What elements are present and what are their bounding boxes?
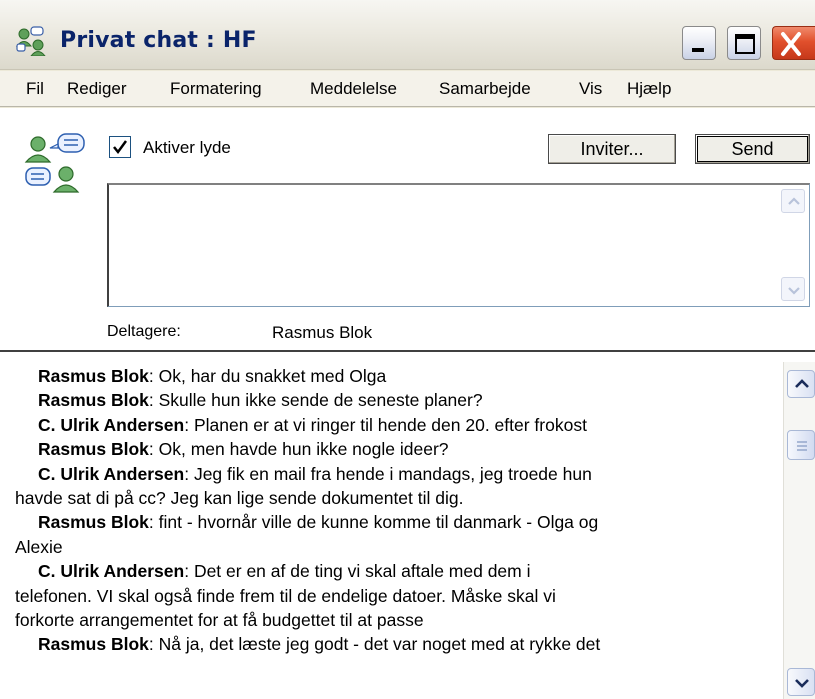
message-separator: : — [148, 634, 159, 655]
minimize-button[interactable] — [682, 26, 716, 60]
message-text: fint - hvornår ville de kunne komme til … — [158, 512, 599, 533]
scroll-up-button[interactable] — [781, 189, 805, 213]
chat-message: Rasmus Blok: Ok, har du snakket med Olga — [38, 364, 765, 388]
enable-sounds-label[interactable]: Aktiver lyde — [143, 138, 231, 158]
message-text: Jeg fik en mail fra hende i mandags, jeg… — [193, 463, 592, 484]
message-sender: Rasmus Blok — [38, 439, 149, 460]
close-button[interactable] — [772, 26, 815, 60]
menu-message[interactable]: Meddelelse — [310, 79, 397, 99]
grip-icon — [797, 441, 807, 451]
message-input[interactable] — [107, 183, 810, 307]
chat-message: Rasmus Blok: Ok, men havde hun ikke nogl… — [38, 437, 765, 461]
message-separator: : — [148, 366, 159, 386]
message-text: Ok, men havde hun ikke nogle ideer? — [158, 439, 449, 460]
chat-message: C. Ulrik Andersen: Planen er at vi ringe… — [38, 413, 765, 437]
participants-label: Deltagere: — [107, 323, 181, 340]
close-icon — [781, 32, 801, 56]
chat-message: forkorte arrangementet for at få budgett… — [15, 608, 765, 632]
menu-bar: Fil Rediger Formatering Meddelelse Samar… — [0, 71, 815, 107]
scroll-thumb[interactable] — [787, 430, 815, 460]
message-sender: Rasmus Blok — [38, 634, 149, 655]
message-separator: : — [148, 512, 159, 533]
send-button[interactable]: Send — [695, 134, 810, 164]
conversation-icon — [24, 133, 85, 193]
message-separator: : — [148, 390, 159, 411]
chat-message: Rasmus Blok: Nå ja, det læste jeg godt -… — [38, 632, 765, 656]
message-text: forkorte arrangementet for at få budgett… — [15, 610, 424, 631]
message-separator: : — [184, 414, 194, 435]
chat-users-icon — [16, 26, 46, 56]
transcript-messages: Rasmus Blok: Ok, har du snakket med Olga… — [15, 364, 765, 657]
message-text: havde sat di på cc? Jeg kan lige sende d… — [15, 488, 464, 509]
scroll-up-button[interactable] — [787, 370, 815, 398]
title-bar[interactable]: Privat chat : HF — [0, 0, 815, 70]
message-sender: C. Ulrik Andersen — [38, 414, 185, 435]
participants-value: Rasmus Blok — [272, 323, 373, 342]
message-text: Nå ja, det læste jeg godt - det var noge… — [158, 634, 601, 655]
menu-help[interactable]: Hjælp — [627, 79, 671, 99]
chevron-up-icon — [795, 379, 809, 388]
chat-message: havde sat di på cc? Jeg kan lige sende d… — [15, 486, 765, 510]
message-sender: C. Ulrik Andersen — [38, 561, 185, 582]
chat-message: Alexie — [15, 535, 765, 559]
transcript-scrollbar[interactable] — [783, 362, 815, 699]
message-sender: Rasmus Blok — [38, 390, 149, 411]
chat-window: Privat chat : HF Fil Rediger Formatering… — [0, 0, 815, 699]
chevron-up-icon — [788, 197, 800, 205]
maximize-icon — [735, 34, 755, 54]
chat-message: C. Ulrik Andersen: Jeg fik en mail fra h… — [38, 462, 765, 486]
message-input-scrollbar[interactable] — [781, 189, 807, 303]
message-text: Alexie — [15, 536, 63, 557]
chevron-down-icon — [788, 287, 800, 295]
message-sender: C. Ulrik Andersen — [38, 463, 185, 484]
message-text: Planen er at vi ringer til hende den 20.… — [193, 414, 587, 435]
chevron-down-icon — [795, 679, 809, 688]
message-separator: : — [184, 561, 194, 582]
menu-edit[interactable]: Rediger — [67, 79, 127, 99]
scroll-down-button[interactable] — [787, 668, 815, 696]
message-text: Ok, har du snakket med Olga — [158, 366, 387, 386]
message-text: telefonen. VI skal også finde frem til d… — [15, 585, 556, 606]
minimize-icon — [692, 48, 704, 52]
menu-collaborate[interactable]: Samarbejde — [439, 79, 531, 99]
chat-message: Rasmus Blok: Skulle hun ikke sende de se… — [38, 388, 765, 412]
chat-message: C. Ulrik Andersen: Det er en af de ting … — [38, 559, 765, 583]
chat-message: telefonen. VI skal også finde frem til d… — [15, 584, 765, 608]
enable-sounds-checkbox[interactable] — [109, 136, 131, 158]
maximize-button[interactable] — [727, 26, 761, 60]
message-text: Det er en af de ting vi skal aftale med … — [193, 561, 531, 582]
scroll-down-button[interactable] — [781, 277, 805, 301]
message-sender: Rasmus Blok — [38, 512, 149, 533]
message-text: Skulle hun ikke sende de seneste planer? — [158, 390, 483, 411]
message-sender: Rasmus Blok — [38, 366, 149, 386]
menu-file[interactable]: Fil — [26, 79, 44, 99]
invite-button[interactable]: Inviter... — [548, 134, 676, 164]
menu-view[interactable]: Vis — [579, 79, 602, 99]
compose-panel: Aktiver lyde Inviter... Send Deltagere: … — [0, 108, 815, 350]
menu-format[interactable]: Formatering — [170, 79, 262, 99]
message-separator: : — [184, 463, 194, 484]
chat-message: Rasmus Blok: fint - hvornår ville de kun… — [38, 510, 765, 534]
chat-transcript[interactable]: Rasmus Blok: Ok, har du snakket med Olga… — [0, 350, 815, 699]
checkmark-icon — [113, 140, 128, 155]
window-title: Privat chat : HF — [60, 28, 257, 53]
message-separator: : — [148, 439, 159, 460]
